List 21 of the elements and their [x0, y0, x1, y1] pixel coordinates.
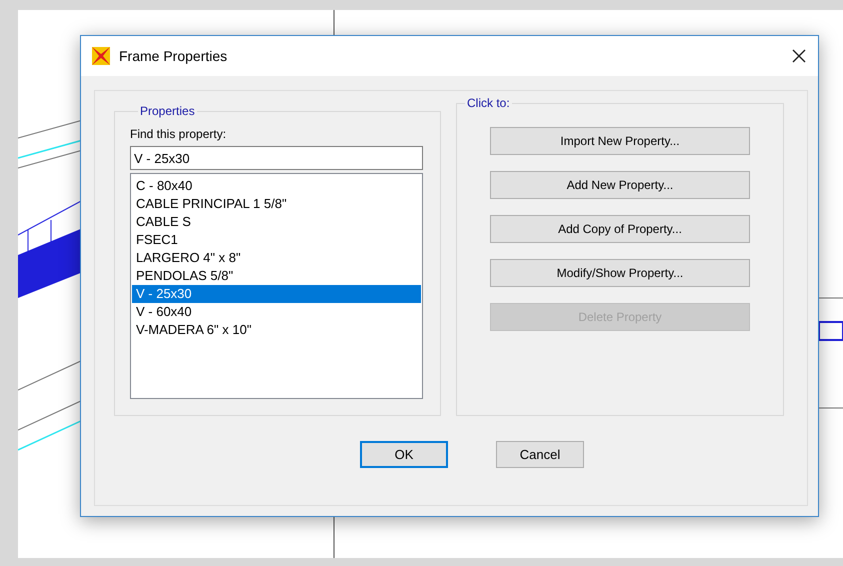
dialog-button[interactable]: Cancel: [496, 441, 584, 468]
action-button[interactable]: Add New Property...: [490, 171, 750, 199]
search-field[interactable]: V - 25x30: [130, 146, 423, 170]
list-item[interactable]: V - 60x40: [132, 303, 421, 321]
action-button[interactable]: Add Copy of Property...: [490, 215, 750, 243]
list-item[interactable]: V - 25x30: [132, 285, 421, 303]
list-item[interactable]: CABLE PRINCIPAL 1 5/8": [132, 195, 421, 213]
group-title: Properties: [139, 104, 196, 118]
list-item[interactable]: PENDOLAS 5/8": [132, 267, 421, 285]
list-item[interactable]: FSEC1: [132, 231, 421, 249]
action-button[interactable]: Import New Property...: [490, 127, 750, 155]
list-item[interactable]: V-MADERA 6" x 10": [132, 321, 421, 339]
list-item[interactable]: C - 80x40: [132, 177, 421, 195]
dialog-button[interactable]: OK: [360, 441, 448, 468]
find-label: Find this property:: [130, 127, 226, 141]
action-button[interactable]: Modify/Show Property...: [490, 259, 750, 287]
list-item[interactable]: CABLE S: [132, 213, 421, 231]
app-icon: [91, 46, 111, 66]
list-item[interactable]: LARGERO 4" x 8": [132, 249, 421, 267]
window-title: Frame Properties: [119, 48, 228, 64]
group-title: Click to:: [466, 96, 511, 110]
